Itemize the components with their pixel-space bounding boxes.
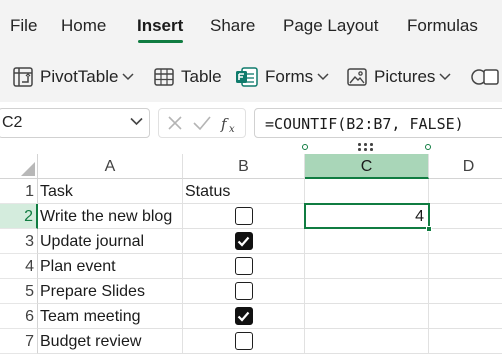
chevron-down-icon[interactable] — [130, 117, 143, 126]
cell-b6[interactable] — [183, 304, 305, 329]
select-all-corner[interactable] — [0, 154, 38, 179]
cell-a3[interactable]: Update journal — [38, 229, 183, 254]
column-header-c[interactable]: C — [305, 154, 429, 179]
cell-a7[interactable]: Budget review — [38, 329, 183, 354]
cell-b4[interactable] — [183, 254, 305, 279]
shapes-button[interactable] — [470, 65, 502, 89]
checkbox-checked[interactable] — [234, 307, 253, 325]
cell-d2[interactable] — [429, 204, 502, 229]
ribbon-tabs: File Home Insert Share Page Layout Formu… — [0, 0, 502, 52]
active-tab-indicator — [138, 40, 183, 43]
checkbox-unchecked[interactable] — [234, 282, 253, 300]
cell-a2[interactable]: Write the new blog — [38, 204, 183, 229]
cell-c1[interactable] — [305, 179, 429, 204]
cell-d1[interactable] — [429, 179, 502, 204]
forms-icon — [236, 67, 258, 87]
formula-text: =COUNTIF(B2:B7, FALSE) — [265, 115, 464, 133]
column-header-d[interactable]: D — [429, 154, 502, 179]
tab-share[interactable]: Share — [210, 16, 255, 36]
pivottable-icon — [13, 67, 33, 87]
table-icon — [154, 68, 174, 86]
insert-function-icon[interactable]: f x — [220, 114, 240, 134]
formula-bar: C2 f x =COUNTIF(B2:B7, FALSE) — [0, 102, 502, 142]
cell-a5[interactable]: Prepare Slides — [38, 279, 183, 304]
tab-insert[interactable]: Insert — [137, 16, 183, 36]
table-label: Table — [181, 67, 222, 86]
row-header-6[interactable]: 6 — [0, 304, 38, 329]
cell-a6[interactable]: Team meeting — [38, 304, 183, 329]
table-button[interactable]: Table — [153, 65, 222, 89]
chevron-down-icon — [439, 73, 451, 81]
svg-text:x: x — [229, 124, 235, 134]
cell-d5[interactable] — [429, 279, 502, 304]
ribbon-insert: PivotTable Table Forms Pictures — [0, 52, 502, 102]
checkmark-icon — [237, 311, 250, 322]
cell-a4[interactable]: Plan event — [38, 254, 183, 279]
svg-text:f: f — [220, 115, 229, 133]
pictures-icon — [347, 68, 367, 86]
forms-label: Forms — [265, 67, 314, 86]
cell-c5[interactable] — [305, 279, 429, 304]
formula-actions: f x — [158, 108, 246, 138]
pivottable-button[interactable]: PivotTable — [12, 65, 134, 89]
cell-d6[interactable] — [429, 304, 502, 329]
cell-c6[interactable] — [305, 304, 429, 329]
row-header-1[interactable]: 1 — [0, 179, 38, 204]
cell-c2[interactable]: 4 — [305, 204, 429, 229]
column-header-a[interactable]: A — [38, 154, 183, 179]
worksheet-grid: A B C D 1 Task Status 2 Write the new blog 4 3… — [0, 142, 502, 358]
cell-b2[interactable] — [183, 204, 305, 229]
column-drag-grip-icon[interactable] — [357, 142, 375, 154]
pictures-label: Pictures — [374, 67, 436, 86]
row-header-4[interactable]: 4 — [0, 254, 38, 279]
column-resize-handle-right[interactable] — [425, 144, 431, 150]
cell-b1[interactable]: Status — [183, 179, 305, 204]
tab-file[interactable]: File — [10, 16, 37, 36]
cell-d7[interactable] — [429, 329, 502, 354]
formula-input[interactable]: =COUNTIF(B2:B7, FALSE) — [254, 108, 502, 138]
pictures-button[interactable]: Pictures — [346, 65, 451, 89]
pivottable-label: PivotTable — [40, 67, 119, 86]
chevron-down-icon — [317, 73, 329, 81]
column-resize-handle-left[interactable] — [302, 144, 308, 150]
shapes-icon — [471, 69, 499, 85]
checkbox-checked[interactable] — [234, 232, 253, 250]
row-header-2[interactable]: 2 — [0, 204, 38, 229]
row-header-3[interactable]: 3 — [0, 229, 38, 254]
cancel-icon[interactable] — [166, 114, 184, 132]
tab-home[interactable]: Home — [61, 16, 106, 36]
checkbox-unchecked[interactable] — [234, 207, 253, 225]
cell-b5[interactable] — [183, 279, 305, 304]
cell-a1[interactable]: Task — [38, 179, 183, 204]
checkmark-icon — [237, 236, 250, 247]
cell-b3[interactable] — [183, 229, 305, 254]
column-select-handles — [0, 142, 502, 154]
confirm-icon[interactable] — [192, 114, 212, 132]
tab-page-layout[interactable]: Page Layout — [283, 16, 378, 36]
cell-c7[interactable] — [305, 329, 429, 354]
name-box[interactable]: C2 — [0, 108, 150, 138]
chevron-down-icon — [122, 73, 134, 81]
cell-d4[interactable] — [429, 254, 502, 279]
forms-button[interactable]: Forms — [235, 65, 329, 89]
column-header-b[interactable]: B — [183, 154, 305, 179]
row-header-5[interactable]: 5 — [0, 279, 38, 304]
name-box-value: C2 — [2, 114, 23, 131]
checkbox-unchecked[interactable] — [234, 332, 253, 350]
cell-d3[interactable] — [429, 229, 502, 254]
cell-c4[interactable] — [305, 254, 429, 279]
row-header-7[interactable]: 7 — [0, 329, 38, 354]
cell-c3[interactable] — [305, 229, 429, 254]
fill-handle[interactable] — [426, 226, 432, 232]
checkbox-unchecked[interactable] — [234, 257, 253, 275]
cell-b7[interactable] — [183, 329, 305, 354]
tab-formulas[interactable]: Formulas — [407, 16, 478, 36]
